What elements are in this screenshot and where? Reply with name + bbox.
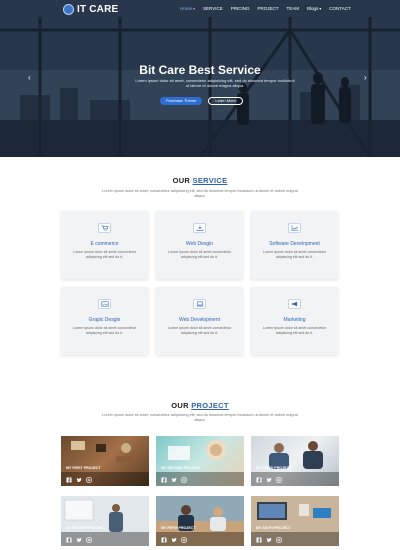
laptop-icon	[193, 299, 206, 309]
instagram-icon[interactable]	[181, 477, 187, 483]
service-card-title: Web Desgin	[185, 241, 214, 247]
cart-icon	[98, 223, 111, 233]
project-social-links	[161, 537, 187, 543]
nav-item-label: TEAM	[286, 6, 300, 11]
project-social-links	[256, 477, 282, 483]
instagram-icon[interactable]	[86, 477, 92, 483]
nav-item-service[interactable]: SERVICE	[199, 5, 227, 12]
nav-item-label: PRICING	[230, 6, 250, 11]
megaphone-icon	[288, 299, 301, 309]
hero-banner: IT CARE Home▾ SERVICE PRICING PROJECT TE…	[0, 0, 400, 157]
service-card-title: Web Development	[178, 317, 221, 323]
hero-title: Bit Care Best Service	[139, 63, 261, 77]
project-social-links	[66, 477, 92, 483]
learn-more-button[interactable]: Learn More	[208, 97, 243, 105]
service-card-text: Lorem ipsum dolor sit amet consectetur a…	[73, 250, 136, 259]
project-title: MY THIRD PROJECT	[256, 466, 292, 470]
nav-item-team[interactable]: TEAM	[283, 5, 304, 12]
project-card[interactable]: MY FOURTH PROJECT	[61, 496, 149, 546]
twitter-icon[interactable]	[76, 477, 82, 483]
service-description: Lorem ipsum dolor sit amet, consectetur …	[102, 189, 298, 198]
nav-item-contact[interactable]: CONTACT	[325, 5, 354, 12]
nav-item-home[interactable]: Home▾	[176, 5, 199, 12]
service-card[interactable]: E commerce Lorem ipsum dolor sit amet co…	[61, 211, 148, 279]
project-card[interactable]: MY FIRST PROJECT	[61, 436, 149, 486]
service-card-title: Grapic Desgin	[88, 317, 121, 323]
brand-name: IT CARE	[77, 3, 119, 15]
caret-down-icon: ▾	[193, 6, 196, 11]
service-card-text: Lorem ipsum dolor sit amet consectetur a…	[168, 326, 231, 335]
facebook-icon[interactable]	[161, 477, 167, 483]
caret-down-icon: ▾	[319, 6, 322, 11]
service-card[interactable]: Software Development Lorem ipsum dolor s…	[251, 211, 338, 279]
project-card[interactable]: MY SIXTH PROJECT	[251, 496, 339, 546]
nav-item-pricing[interactable]: PRICING	[227, 5, 254, 12]
service-card-text: Lorem ipsum dolor sit amet consectetur a…	[73, 326, 136, 335]
project-title: MY FOURTH PROJECT	[66, 526, 106, 530]
hero-buttons: Purchase Theme Learn More	[160, 97, 243, 105]
service-card[interactable]: Web Desgin Lorem ipsum dolor sit amet co…	[156, 211, 243, 279]
service-section-title: OUR SERVICE	[0, 176, 400, 185]
facebook-icon[interactable]	[256, 477, 262, 483]
twitter-icon[interactable]	[266, 477, 272, 483]
image-icon	[98, 299, 111, 309]
logo-icon	[63, 3, 74, 15]
service-card-text: Lorem ipsum dolor sit amet consectetur a…	[263, 250, 326, 259]
service-card-text: Lorem ipsum dolor sit amet consectetur a…	[263, 326, 326, 335]
hero-description: Lorem ipsum dolor sit amet, consectetur …	[135, 78, 295, 88]
title-accent: SERVICE	[192, 176, 228, 185]
service-card-text: Lorem ipsum dolor sit amet consectetur a…	[168, 250, 231, 259]
project-social-links	[161, 477, 187, 483]
purchase-theme-button[interactable]: Purchase Theme	[160, 97, 203, 105]
twitter-icon[interactable]	[171, 537, 177, 543]
nav-item-project[interactable]: PROJECT	[253, 5, 282, 12]
top-navbar: IT CARE Home▾ SERVICE PRICING PROJECT TE…	[0, 0, 400, 17]
project-card[interactable]: MY FIFTH PROJECT	[156, 496, 244, 546]
project-social-links	[256, 537, 282, 543]
service-card-title: E commerce	[90, 241, 119, 247]
project-card[interactable]: MY THIRD PROJECT	[251, 436, 339, 486]
instagram-icon[interactable]	[86, 537, 92, 543]
service-card[interactable]: Grapic Desgin Lorem ipsum dolor sit amet…	[61, 287, 148, 355]
service-card[interactable]: Marketing Lorem ipsum dolor sit amet con…	[251, 287, 338, 355]
instagram-icon[interactable]	[276, 537, 282, 543]
project-title: MY FIRST PROJECT	[66, 466, 101, 470]
project-title: MY FIFTH PROJECT	[161, 526, 196, 530]
facebook-icon[interactable]	[66, 477, 72, 483]
project-social-links	[66, 537, 92, 543]
instagram-icon[interactable]	[276, 477, 282, 483]
project-title: MY SIXTH PROJECT	[256, 526, 291, 530]
facebook-icon[interactable]	[256, 537, 262, 543]
nav-item-label: CONTACT	[329, 6, 351, 11]
main-menu: Home▾ SERVICE PRICING PROJECT TEAM Blogs…	[176, 5, 355, 12]
download-icon	[193, 223, 206, 233]
nav-item-blogs[interactable]: Blogs▾	[303, 5, 325, 12]
nav-item-label: Home	[180, 6, 193, 11]
nav-item-label: Blogs	[307, 6, 319, 11]
twitter-icon[interactable]	[171, 477, 177, 483]
twitter-icon[interactable]	[266, 537, 272, 543]
facebook-icon[interactable]	[161, 537, 167, 543]
service-card[interactable]: Web Development Lorem ipsum dolor sit am…	[156, 287, 243, 355]
service-card-title: Software Development	[269, 241, 320, 247]
nav-item-label: SERVICE	[203, 6, 223, 11]
title-plain: OUR	[171, 401, 189, 410]
twitter-icon[interactable]	[76, 537, 82, 543]
facebook-icon[interactable]	[66, 537, 72, 543]
project-title: MY SECOND PROJECT	[161, 466, 201, 470]
instagram-icon[interactable]	[181, 537, 187, 543]
project-card[interactable]: MY SECOND PROJECT	[156, 436, 244, 486]
service-card-title: Marketing	[283, 317, 306, 323]
chart-icon	[288, 223, 301, 233]
project-section-title: OUR PROJECT	[0, 401, 400, 410]
project-description: Lorem ipsum dolor sit amet, consectetur …	[102, 413, 298, 422]
title-accent: PROJECT	[191, 401, 229, 410]
nav-item-label: PROJECT	[257, 6, 279, 11]
brand-logo[interactable]: IT CARE	[63, 3, 118, 15]
title-plain: OUR	[172, 176, 191, 185]
